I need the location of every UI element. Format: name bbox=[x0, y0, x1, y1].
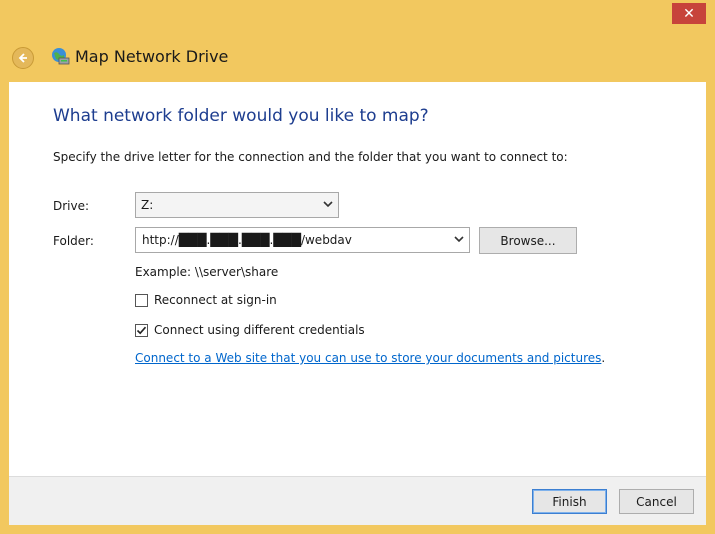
example-text: Example: \\server\share bbox=[135, 265, 279, 279]
reconnect-label: Reconnect at sign-in bbox=[154, 293, 277, 307]
chevron-down-icon bbox=[323, 201, 333, 208]
back-arrow-icon bbox=[18, 53, 27, 63]
instruction-text: Specify the drive letter for the connect… bbox=[53, 150, 568, 164]
dialog-title: Map Network Drive bbox=[75, 47, 229, 66]
page-heading: What network folder would you like to ma… bbox=[53, 106, 429, 126]
close-button[interactable]: ✕ bbox=[672, 3, 706, 24]
reconnect-checkbox[interactable] bbox=[135, 293, 148, 307]
web-site-link[interactable]: Connect to a Web site that you can use t… bbox=[135, 351, 601, 365]
checkmark-icon bbox=[136, 326, 147, 334]
dialog-header: Map Network Drive bbox=[0, 30, 715, 82]
link-suffix: . bbox=[601, 351, 606, 365]
network-drive-icon bbox=[52, 48, 70, 65]
reconnect-option[interactable]: Reconnect at sign-in bbox=[135, 293, 277, 307]
credentials-label: Connect using different credentials bbox=[154, 323, 365, 337]
credentials-option[interactable]: Connect using different credentials bbox=[135, 323, 365, 337]
chevron-down-icon[interactable] bbox=[454, 235, 464, 243]
back-button[interactable] bbox=[12, 47, 34, 69]
folder-input-value: http://███.███.███.███/webdav bbox=[142, 233, 352, 247]
drive-label: Drive: bbox=[53, 199, 90, 213]
credentials-checkbox[interactable] bbox=[135, 323, 148, 337]
drive-select[interactable]: Z: bbox=[135, 192, 339, 218]
close-icon: ✕ bbox=[683, 5, 695, 22]
finish-button[interactable]: Finish bbox=[532, 489, 607, 514]
map-network-drive-window: ✕ Map Network Drive What network folder … bbox=[0, 0, 715, 534]
web-site-link-row: Connect to a Web site that you can use t… bbox=[135, 351, 605, 365]
cancel-button[interactable]: Cancel bbox=[619, 489, 694, 514]
dialog-footer: Finish Cancel bbox=[9, 476, 706, 525]
folder-label: Folder: bbox=[53, 234, 94, 248]
dialog-content: What network folder would you like to ma… bbox=[9, 82, 706, 476]
drive-select-value: Z: bbox=[141, 198, 154, 212]
folder-combobox[interactable]: http://███.███.███.███/webdav bbox=[135, 227, 470, 253]
browse-button[interactable]: Browse... bbox=[479, 227, 577, 254]
